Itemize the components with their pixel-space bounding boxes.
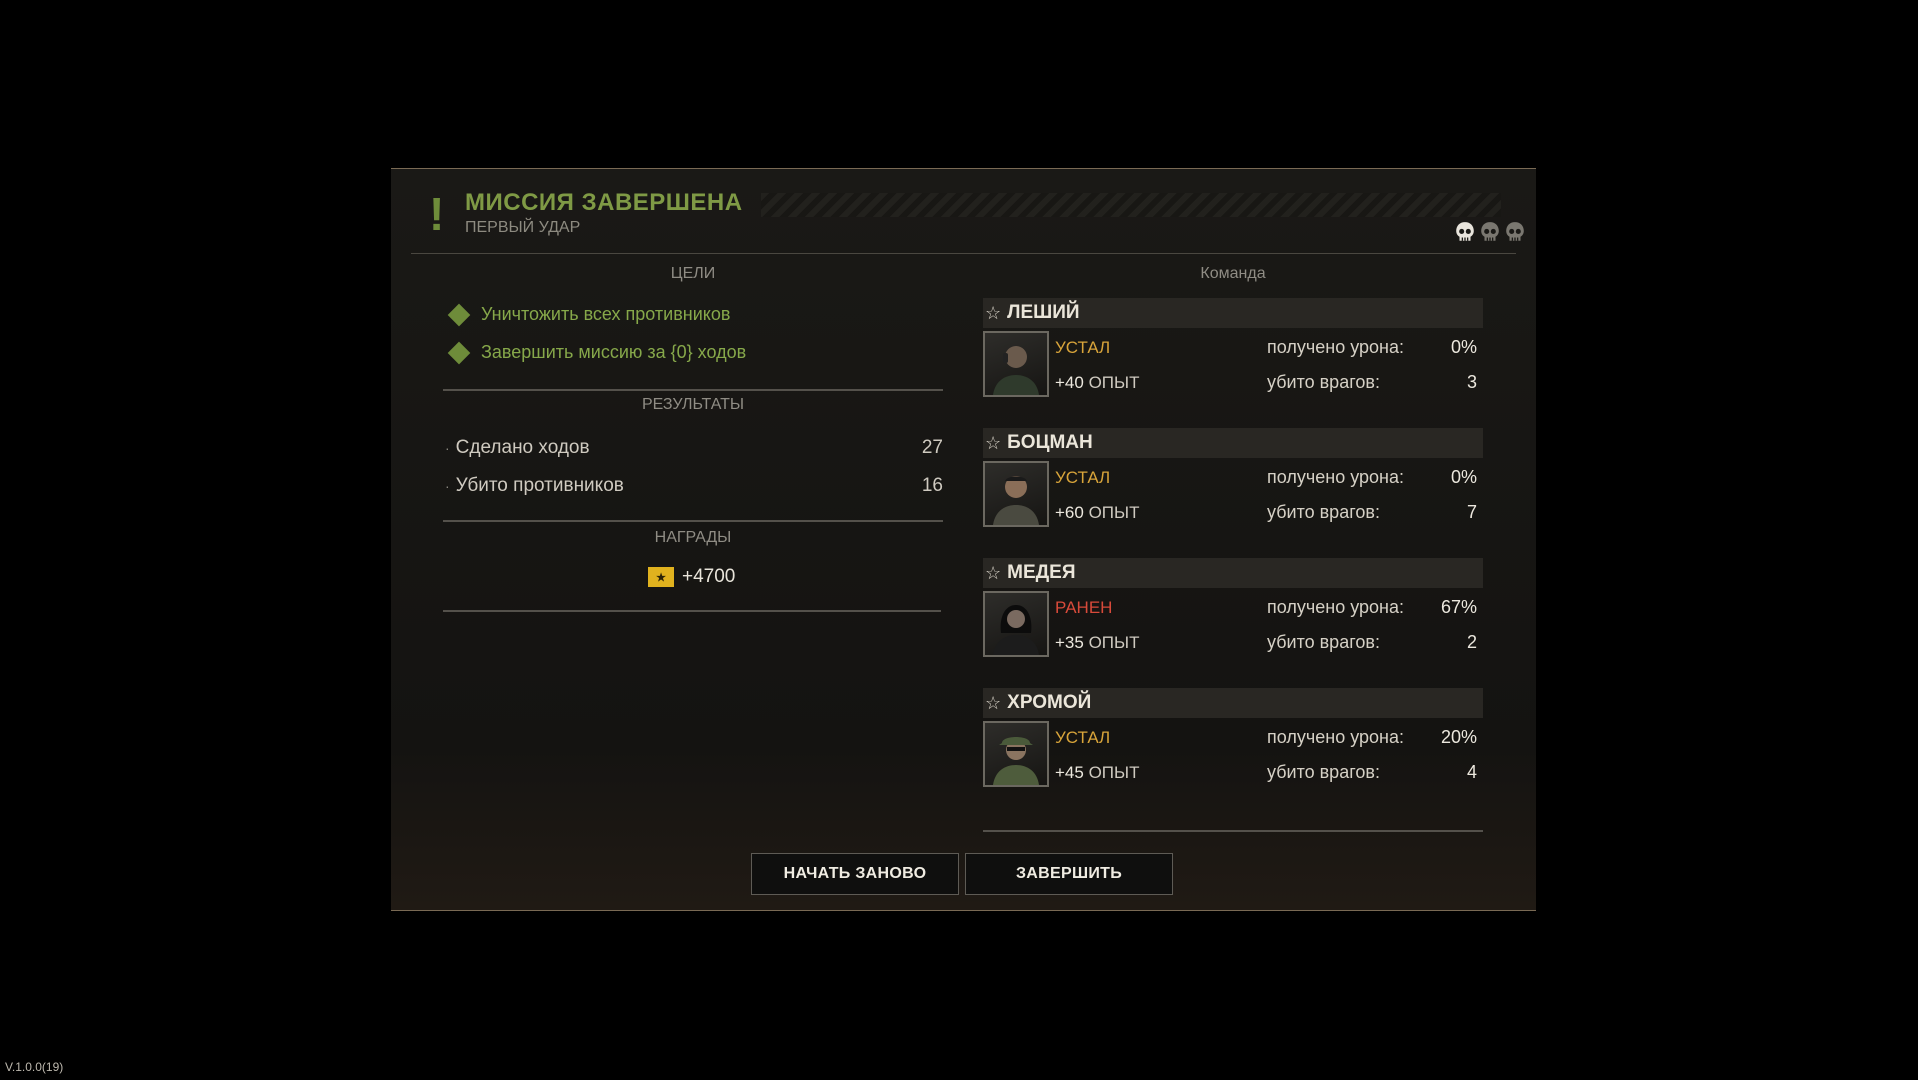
bullet: ·	[445, 440, 450, 456]
kills-label: убито врагов:	[1267, 632, 1380, 652]
skull-icon	[1456, 222, 1474, 241]
objective-item: Уничтожить всех противников	[447, 303, 731, 326]
member-portrait[interactable]	[983, 461, 1049, 527]
kills-value: 7	[1466, 502, 1477, 522]
xp-label: ОПЫТ	[1088, 763, 1140, 782]
objectives-title: ЦЕЛИ	[670, 265, 716, 282]
member-name-bar: ☆ БОЦМАН	[983, 428, 1483, 458]
member-status: РАНЕН	[1055, 598, 1113, 617]
rewards-title: НАГРАДЫ	[654, 529, 732, 546]
xp-value: +35	[1055, 633, 1084, 652]
reward-amount: +4700	[682, 566, 736, 587]
divider	[443, 389, 943, 391]
reward-money: ★ +4700	[648, 566, 735, 588]
soldier-portrait-icon	[993, 476, 1039, 525]
member-portrait[interactable]	[983, 591, 1049, 657]
member-name: БОЦМАН	[1007, 432, 1093, 453]
xp-label: ОПЫТ	[1088, 373, 1140, 392]
divider	[443, 520, 943, 522]
header-divider	[411, 253, 1516, 254]
member-name: МЕДЕЯ	[1007, 562, 1076, 583]
damage-value: 0%	[1450, 467, 1477, 487]
header-stripes	[761, 193, 1501, 217]
member-status: УСТАЛ	[1055, 728, 1111, 747]
restart-button[interactable]: НАЧАТЬ ЗАНОВО	[751, 853, 959, 895]
member-xp: +40 ОПЫТ	[1055, 373, 1139, 393]
xp-value: +40	[1055, 373, 1084, 392]
result-row: · Сделано ходов 27	[445, 437, 943, 459]
member-xp: +45 ОПЫТ	[1055, 763, 1139, 783]
bullet: ·	[445, 478, 450, 494]
member-name-bar: ☆ МЕДЕЯ	[983, 558, 1483, 588]
kills-value: 4	[1466, 762, 1477, 782]
damage-label: получено урона:	[1267, 467, 1404, 487]
member-name-bar: ☆ ХРОМОЙ	[983, 688, 1483, 718]
result-label: Убито противников	[455, 475, 624, 496]
result-label: Сделано ходов	[455, 437, 590, 458]
kills-label: убито врагов:	[1267, 372, 1380, 392]
xp-value: +45	[1055, 763, 1084, 782]
kills-value: 3	[1466, 372, 1477, 392]
mission-complete-panel: ! МИССИЯ ЗАВЕРШЕНА ПЕРВЫЙ УДАР ЦЕЛИ Унич…	[391, 168, 1536, 911]
soldier-portrait-icon	[993, 346, 1039, 395]
diamond-icon	[447, 303, 471, 326]
result-row: · Убито противников 16	[445, 475, 943, 497]
skull-icon	[1481, 222, 1499, 241]
team-member: ☆ ХРОМОЙ УСТАЛ +45 ОПЫТ получено урона: …	[983, 688, 1483, 812]
exclamation-icon: !	[429, 188, 445, 240]
soldier-portrait-icon	[993, 737, 1039, 785]
damage-value: 67%	[1440, 597, 1477, 617]
team-member: ☆ МЕДЕЯ РАНЕН +35 ОПЫТ получено урона: 6…	[983, 558, 1483, 682]
kills-value: 2	[1466, 632, 1477, 652]
kills-label: убито врагов:	[1267, 762, 1380, 782]
difficulty-skulls	[1454, 221, 1526, 243]
member-name-bar: ☆ ЛЕШИЙ	[983, 298, 1483, 328]
member-xp: +35 ОПЫТ	[1055, 633, 1139, 653]
star-icon: ☆	[985, 432, 1002, 453]
member-name: ХРОМОЙ	[1007, 692, 1092, 713]
result-value: 16	[921, 475, 943, 496]
damage-value: 20%	[1440, 727, 1477, 747]
star-icon: ☆	[985, 302, 1002, 323]
star-icon: ☆	[985, 562, 1002, 583]
xp-label: ОПЫТ	[1088, 503, 1140, 522]
result-value: 27	[921, 437, 943, 458]
star-icon: ☆	[985, 692, 1002, 713]
member-status: УСТАЛ	[1055, 338, 1111, 357]
member-portrait[interactable]	[983, 721, 1049, 787]
finish-button[interactable]: ЗАВЕРШИТЬ	[965, 853, 1173, 895]
member-status: УСТАЛ	[1055, 468, 1111, 487]
xp-label: ОПЫТ	[1088, 633, 1140, 652]
member-name: ЛЕШИЙ	[1007, 302, 1080, 323]
kills-label: убито врагов:	[1267, 502, 1380, 522]
damage-value: 0%	[1450, 337, 1477, 357]
team-member: ☆ ЛЕШИЙ УСТАЛ +40 ОПЫТ получено урона: 0…	[983, 298, 1483, 422]
money-icon: ★	[648, 567, 674, 587]
damage-label: получено урона:	[1267, 337, 1404, 357]
objective-label: Уничтожить всех противников	[481, 304, 731, 324]
divider	[443, 610, 941, 612]
damage-label: получено урона:	[1267, 597, 1404, 617]
results-title: РЕЗУЛЬТАТЫ	[641, 396, 745, 413]
mission-title: МИССИЯ ЗАВЕРШЕНА	[465, 189, 743, 216]
team-title: Команда	[1200, 265, 1266, 282]
version-label: V.1.0.0(19)	[5, 1060, 64, 1074]
objective-label: Завершить миссию за {0} ходов	[481, 342, 747, 362]
objective-item: Завершить миссию за {0} ходов	[447, 341, 747, 364]
damage-label: получено урона:	[1267, 727, 1404, 747]
member-portrait[interactable]	[983, 331, 1049, 397]
xp-value: +60	[1055, 503, 1084, 522]
mission-subtitle: ПЕРВЫЙ УДАР	[465, 219, 581, 236]
divider	[983, 830, 1483, 832]
member-xp: +60 ОПЫТ	[1055, 503, 1139, 523]
soldier-portrait-icon	[993, 605, 1039, 655]
diamond-icon	[447, 341, 471, 364]
skull-icon	[1506, 222, 1524, 241]
team-member: ☆ БОЦМАН УСТАЛ +60 ОПЫТ получено урона: …	[983, 428, 1483, 552]
